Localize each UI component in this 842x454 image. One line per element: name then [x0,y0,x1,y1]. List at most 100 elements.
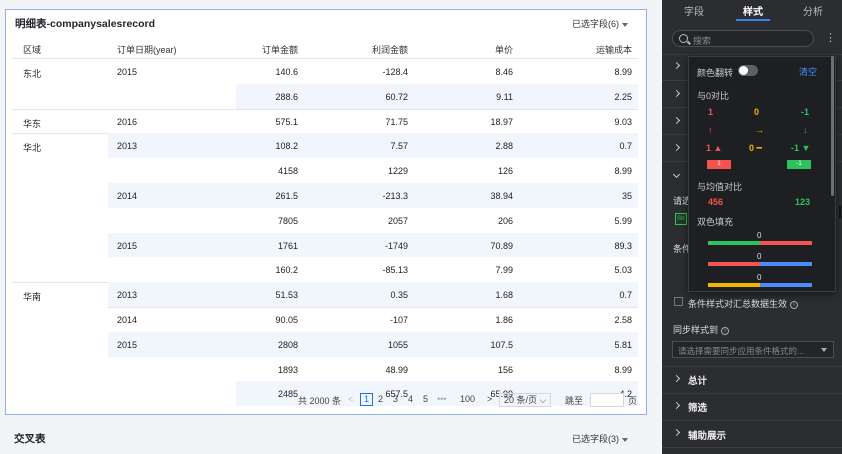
price-cell[interactable]: 38.94 [490,191,513,201]
year-cell[interactable]: 2015 [117,340,137,350]
price-cell[interactable]: 107.5 [490,340,513,350]
section-filter[interactable]: 筛选 [688,400,707,414]
profit-cell[interactable]: 71.75 [385,117,408,127]
cross-selected-fields-dropdown[interactable]: 已选字段(3) [572,432,628,445]
chevron-right-icon[interactable] [672,428,681,437]
amount-cell[interactable]: 90.05 [275,315,298,325]
clear-button[interactable]: 清空 [799,65,817,78]
column-header[interactable]: 运输成本 [596,43,632,56]
chevron-right-icon[interactable] [672,116,681,125]
price-cell[interactable]: 156 [498,365,513,375]
cost-cell[interactable]: 5.03 [614,265,632,275]
cost-cell[interactable]: 9.03 [614,117,632,127]
profit-cell[interactable]: 48.99 [385,365,408,375]
cost-cell[interactable]: 5.99 [614,216,632,226]
page-5-button[interactable]: 5 [423,394,428,404]
cost-cell[interactable]: 2.58 [614,315,632,325]
amount-cell[interactable]: 1893 [278,365,298,375]
color-scheme-popup[interactable]: 颜色翻转 清空 与0对比 1 0 -1 ↑ → ↓ 1 ▲ 0 ━ -1 ▼ 1… [688,56,836,292]
jump-page-input[interactable] [590,393,624,407]
page-ellipsis[interactable]: ••• [437,394,446,404]
info-icon[interactable]: i [790,300,799,309]
cost-cell[interactable]: 8.99 [614,166,632,176]
price-cell[interactable]: 206 [498,216,513,226]
year-cell[interactable]: 2015 [117,241,137,251]
amount-cell[interactable]: 2808 [278,340,298,350]
more-vertical-icon[interactable]: ⋮ [825,31,836,44]
next-page-button[interactable]: > [487,394,492,404]
profit-cell[interactable]: 60.72 [385,92,408,102]
price-cell[interactable]: 1.68 [495,290,513,300]
price-cell[interactable]: 2.88 [495,141,513,151]
region-cell[interactable]: 华北 [23,141,41,154]
profit-cell[interactable]: -1749 [385,241,408,251]
year-cell[interactable]: 2014 [117,315,137,325]
year-cell[interactable]: 2013 [117,290,137,300]
profit-cell[interactable]: 0.35 [390,290,408,300]
price-cell[interactable]: 18.97 [490,117,513,127]
price-cell[interactable]: 126 [498,166,513,176]
page-size-select[interactable]: 20 条/页 ⌵ [499,393,552,407]
chevron-right-icon[interactable] [672,61,681,70]
region-cell[interactable]: 华东 [23,117,41,130]
amount-cell[interactable]: 575.1 [275,117,298,127]
year-cell[interactable]: 2013 [117,141,137,151]
profit-cell[interactable]: 1229 [388,166,408,176]
tab-analysis[interactable]: 分析 [803,3,823,18]
amount-cell[interactable]: 288.6 [275,92,298,102]
cost-cell[interactable]: 0.7 [619,141,632,151]
detail-table-card[interactable]: 明细表-companysalesrecord 已选字段(6) 区域 订单日期(y… [5,9,647,415]
color-flip-toggle[interactable] [738,65,758,76]
column-header[interactable]: 订单日期(year) [117,43,177,56]
cost-cell[interactable]: 8.99 [614,67,632,77]
amount-cell[interactable]: 261.5 [275,191,298,201]
cost-cell[interactable]: 5.81 [614,340,632,350]
price-cell[interactable]: 7.99 [495,265,513,275]
price-cell[interactable]: 70.89 [490,241,513,251]
selected-fields-dropdown[interactable]: 已选字段(6) [572,17,628,30]
profit-cell[interactable]: 2057 [388,216,408,226]
cost-cell[interactable]: 2.25 [614,92,632,102]
cost-cell[interactable]: 8.99 [614,365,632,375]
popup-scrollbar[interactable] [831,56,834,196]
chevron-right-icon[interactable] [672,143,681,152]
sync-style-select[interactable]: 请选择需要同步应用条件格式的... [672,341,834,358]
summary-checkbox[interactable] [674,297,683,306]
chevron-right-icon[interactable] [672,89,681,98]
column-header[interactable]: 单价 [495,43,513,56]
price-cell[interactable]: 8.46 [495,67,513,77]
page-100-button[interactable]: 100 [460,394,475,404]
column-header[interactable]: 订单金额 [262,43,298,56]
section-total[interactable]: 总计 [688,373,707,387]
tab-fields[interactable]: 字段 [684,3,704,18]
page-4-button[interactable]: 4 [408,394,413,404]
profit-cell[interactable]: -213.3 [382,191,408,201]
cost-cell[interactable]: 35 [622,191,632,201]
profit-cell[interactable]: 1055 [388,340,408,350]
tab-style[interactable]: 样式 [743,3,763,18]
amount-cell[interactable]: 140.6 [275,67,298,77]
column-header[interactable]: 区域 [23,43,41,56]
amount-cell[interactable]: 4158 [278,166,298,176]
amount-cell[interactable]: 7805 [278,216,298,226]
cost-cell[interactable]: 0.7 [619,290,632,300]
chevron-down-icon[interactable] [672,170,681,179]
region-cell[interactable]: 华南 [23,290,41,303]
profit-cell[interactable]: -128.4 [382,67,408,77]
year-cell[interactable]: 2014 [117,191,137,201]
chevron-right-icon[interactable] [672,374,681,383]
profit-cell[interactable]: -107 [390,315,408,325]
column-header[interactable]: 利润金额 [372,43,408,56]
year-cell[interactable]: 2016 [117,117,137,127]
page-1-button[interactable]: 1 [360,393,374,406]
amount-cell[interactable]: 1761 [278,241,298,251]
amount-cell[interactable]: 108.2 [275,141,298,151]
page-2-button[interactable]: 2 [378,394,383,404]
page-3-button[interactable]: 3 [393,394,398,404]
price-cell[interactable]: 1.86 [495,315,513,325]
profit-cell[interactable]: -85.13 [382,265,408,275]
amount-cell[interactable]: 51.53 [275,290,298,300]
year-cell[interactable]: 2015 [117,67,137,77]
prev-page-button[interactable]: < [348,394,353,404]
price-cell[interactable]: 9.11 [496,92,513,102]
